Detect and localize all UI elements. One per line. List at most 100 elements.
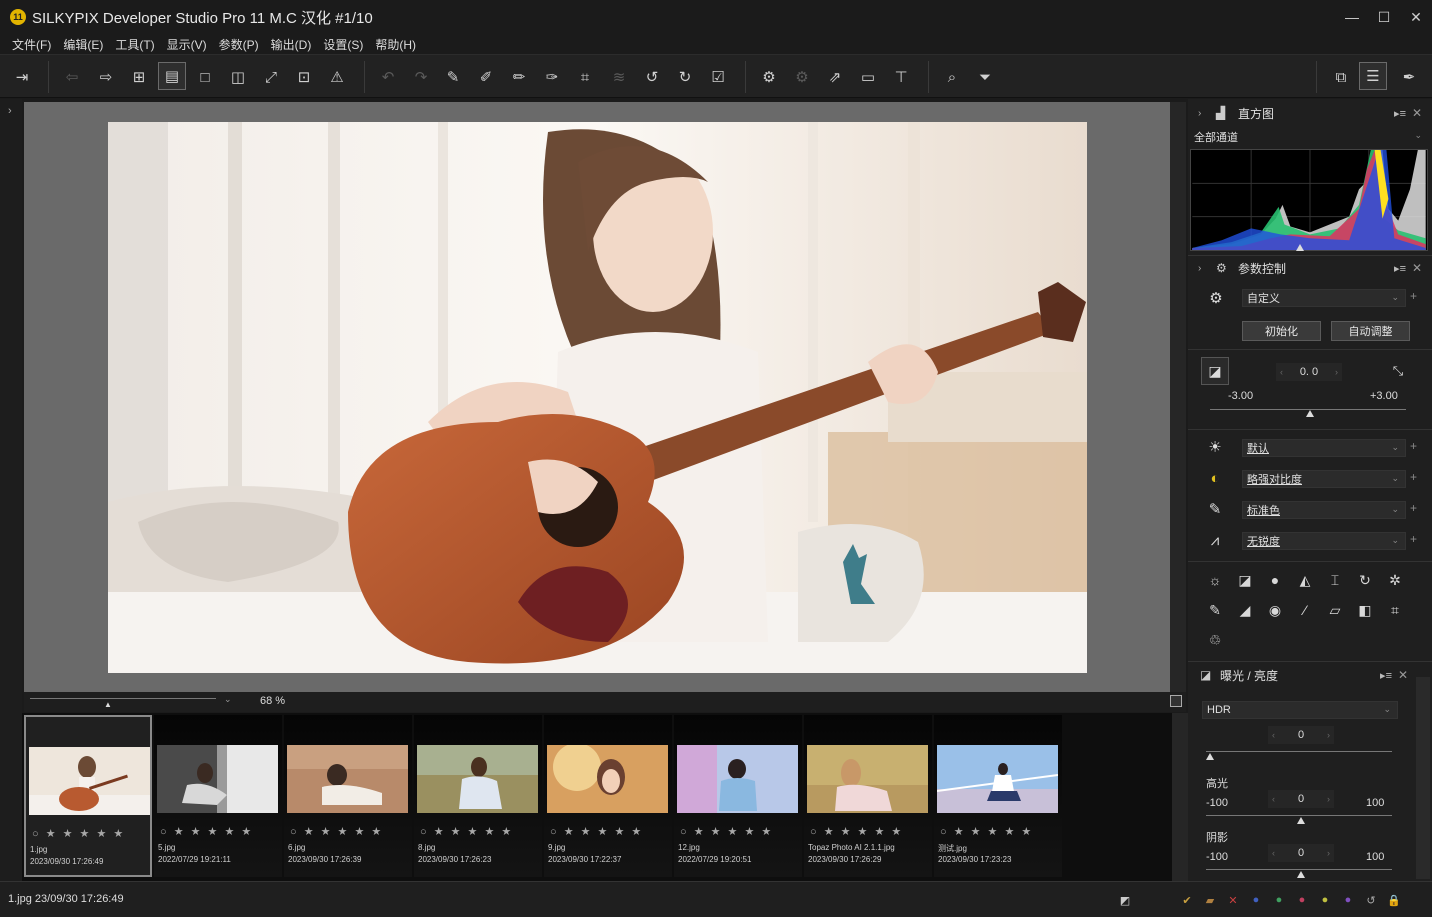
filmstrip-view-icon[interactable]: ▤ [158,62,186,90]
layout-icon[interactable]: ◩ [1118,893,1132,907]
contrast-icon[interactable]: ◐ [1205,468,1225,488]
color-icon[interactable]: ✎ [1205,499,1225,519]
rotation-tool-icon[interactable]: ↻ [1354,569,1376,591]
search-icon[interactable]: ⌕ [940,65,964,89]
add-icon[interactable]: + [1410,470,1417,484]
menu-output[interactable]: 输出(D) [265,36,318,53]
redo-icon[interactable]: ↷ [409,65,433,89]
sharpness-dropdown[interactable]: 无锐度 ⌄ [1242,532,1406,550]
increment-icon[interactable]: › [1327,848,1330,858]
shadow-spinner[interactable]: ‹ 0 › [1268,844,1334,862]
menu-settings[interactable]: 设置(S) [317,36,369,53]
white-balance-icon[interactable]: ☀ [1205,437,1225,457]
shadow-slider-track[interactable] [1206,869,1392,870]
thumbnail[interactable]: ○ ★ ★ ★ ★ ★ 6.jpg 2023/09/30 17:26:39 [284,715,412,877]
auto-exposure-icon[interactable]: ⤡ [1388,361,1408,381]
yellow-label-icon[interactable]: ● [1318,893,1332,907]
red-label-icon[interactable]: ● [1295,893,1309,907]
gradient-tool-icon[interactable]: ◢ [1234,599,1256,621]
blue-label-icon[interactable]: ● [1249,893,1263,907]
brightness-tool-icon[interactable]: ☼ [1204,569,1226,591]
contrast-dropdown[interactable]: 略强对比度 ⌄ [1242,470,1406,488]
rating-stars[interactable]: ○ ★ ★ ★ ★ ★ [420,825,513,838]
thumbnail[interactable]: ○ ★ ★ ★ ★ ★ 9.jpg 2023/09/30 17:22:37 [544,715,672,877]
exposure-icon[interactable]: ◪ [1201,357,1229,385]
rating-stars[interactable]: ○ ★ ★ ★ ★ ★ [550,825,643,838]
exposure-slider-thumb[interactable] [1306,410,1314,417]
panel-menu-icon[interactable]: ▸≡ [1394,262,1406,275]
export-icon[interactable]: ⇗ [823,65,847,89]
panel-close-icon[interactable]: ✕ [1398,668,1408,682]
crop-tool-icon[interactable]: ⌗ [573,65,597,89]
rating-stars[interactable]: ○ ★ ★ ★ ★ ★ [810,825,903,838]
back-icon[interactable]: ⇦ [60,65,84,89]
fit-view-icon[interactable] [1170,695,1182,707]
spot-tool-icon[interactable]: ✎ [1204,599,1226,621]
filter-icon[interactable]: ⏷ [973,65,997,89]
recycle-tool-icon[interactable]: ♲ [1204,629,1226,651]
gear-icon[interactable]: ⚙ [1206,288,1226,308]
collapse-icon[interactable]: › [1198,108,1201,119]
expand-left-icon[interactable]: › [8,105,12,117]
collapse-icon[interactable]: › [1198,263,1201,274]
add-preset-icon[interactable]: + [1410,289,1417,303]
sharpness-icon[interactable]: ⩘ [1205,530,1225,550]
image-viewer[interactable] [24,102,1170,692]
composite-tool-icon[interactable]: ◧ [1354,599,1376,621]
rotate-icon[interactable]: ↺ [1364,893,1378,907]
reset-button[interactable]: 初始化 [1242,321,1321,341]
screen-icon[interactable]: ▭ [856,65,880,89]
noise-tool-icon[interactable]: ✲ [1384,569,1406,591]
menu-params[interactable]: 参数(P) [213,36,265,53]
exposure-panel-scrollbar[interactable] [1416,677,1430,879]
eraser-tool-icon[interactable]: ▱ [1324,599,1346,621]
highlight-slider-thumb[interactable] [1297,817,1305,824]
zoom-dropdown-icon[interactable]: ⌄ [224,694,232,705]
histogram-header[interactable]: › ▟ 直方图 ▸≡ ✕ [1188,101,1432,125]
shadow-slider-thumb[interactable] [1297,871,1305,878]
menu-edit[interactable]: 编辑(E) [57,36,109,53]
rating-stars[interactable]: ○ ★ ★ ★ ★ ★ [290,825,383,838]
thumbnail[interactable]: ○ ★ ★ ★ ★ ★ 1.jpg 2023/09/30 17:26:49 [24,715,152,877]
panel-menu-icon[interactable]: ▸≡ [1380,669,1392,682]
import-icon[interactable]: ⇥ [10,65,34,89]
zoom-slider-thumb[interactable]: ▲ [104,700,112,709]
clear-params-icon[interactable]: ✑ [540,65,564,89]
panel-close-icon[interactable]: ✕ [1412,106,1422,120]
tone-curve-icon[interactable]: ◪ [1234,569,1256,591]
folder-icon[interactable]: ▰ [1203,893,1217,907]
rotate-right-icon[interactable]: ↻ [673,65,697,89]
rating-stars[interactable]: ○ ★ ★ ★ ★ ★ [940,825,1033,838]
auto-adjust-button[interactable]: 自动调整 [1331,321,1410,341]
crop-frame-icon[interactable]: ⌶ [1324,569,1346,591]
stack-icon[interactable]: ≋ [607,65,631,89]
mark-icon[interactable]: ☑ [706,65,730,89]
maximize-button[interactable]: ☐ [1368,0,1400,34]
params-header[interactable]: › ⚙ 参数控制 ▸≡ ✕ [1188,256,1432,280]
thumbnail[interactable]: ○ ★ ★ ★ ★ ★ 测试.jpg 2023/09/30 17:23:23 [934,715,1062,877]
thumbnail[interactable]: ○ ★ ★ ★ ★ ★ Topaz Photo AI 2.1.1.jpg 202… [804,715,932,877]
grid-overlay-icon[interactable]: ⊡ [292,65,316,89]
purple-label-icon[interactable]: ● [1341,893,1355,907]
undo-icon[interactable]: ↶ [376,65,400,89]
thumbnail[interactable]: ○ ★ ★ ★ ★ ★ 8.jpg 2023/09/30 17:26:23 [414,715,542,877]
sphere-tool-icon[interactable]: ● [1264,569,1286,591]
panel-close-icon[interactable]: ✕ [1412,261,1422,275]
color-dropdown[interactable]: 标准色 ⌄ [1242,501,1406,519]
filmstrip-scrollbar[interactable] [1172,713,1188,881]
minimize-button[interactable]: — [1336,0,1368,34]
add-icon[interactable]: + [1410,532,1417,546]
fullscreen-icon[interactable]: ⤢ [259,65,283,89]
exposure-panel-header[interactable]: ◪ 曝光 / 亮度 ▸≡ ✕ [1188,663,1432,687]
stamp-icon[interactable]: ✏ [507,65,531,89]
zoom-value[interactable]: 68 % [260,695,285,707]
highlight-slider-track[interactable] [1206,815,1392,816]
add-icon[interactable]: + [1410,439,1417,453]
rotate-left-icon[interactable]: ↺ [640,65,664,89]
increment-icon[interactable]: › [1335,367,1338,377]
white-balance-dropdown[interactable]: 默认 ⌄ [1242,439,1406,457]
window-layout-icon[interactable]: ⧉ [1329,65,1353,89]
fisheye-tool-icon[interactable]: ◉ [1264,599,1286,621]
green-label-icon[interactable]: ● [1272,893,1286,907]
rating-stars[interactable]: ○ ★ ★ ★ ★ ★ [32,827,125,840]
